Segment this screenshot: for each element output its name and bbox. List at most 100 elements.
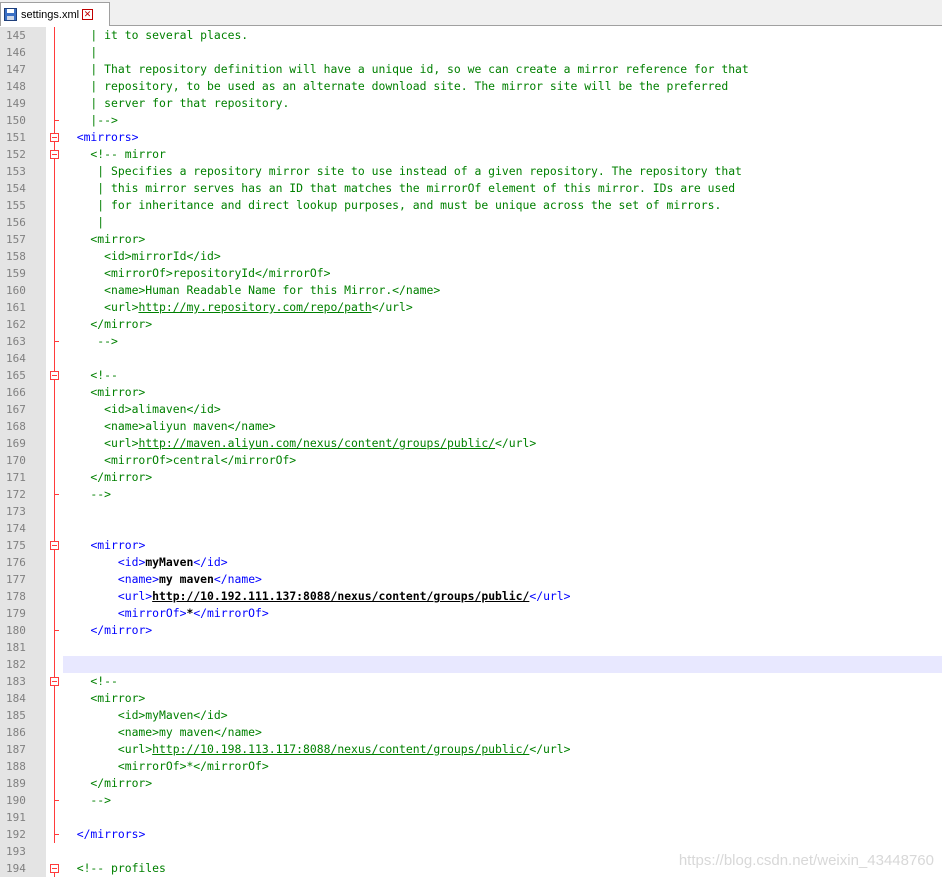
code-token: </mirrorOf> xyxy=(193,606,269,620)
fold-margin[interactable] xyxy=(47,537,63,554)
code-line[interactable]: 156 | xyxy=(0,214,942,231)
code-line[interactable]: 177 <name>my maven</name> xyxy=(0,571,942,588)
code-line[interactable]: 159 <mirrorOf>repositoryId</mirrorOf> xyxy=(0,265,942,282)
code-line[interactable]: 182 xyxy=(0,656,942,673)
code-text: | xyxy=(63,44,942,61)
code-line[interactable]: 166 <mirror> xyxy=(0,384,942,401)
url-link[interactable]: http://maven.aliyun.com/nexus/content/gr… xyxy=(138,436,495,450)
fold-margin[interactable] xyxy=(47,146,63,163)
code-editor[interactable]: 145 | it to several places. 146 | 147 | Th… xyxy=(0,27,942,877)
code-line[interactable]: 175 <mirror> xyxy=(0,537,942,554)
line-number: 173 xyxy=(0,503,46,520)
code-line[interactable]: 171 </mirror> xyxy=(0,469,942,486)
line-number: 184 xyxy=(0,690,46,707)
code-token: <url> xyxy=(117,589,153,603)
code-line[interactable]: 160 <name>Human Readable Name for this M… xyxy=(0,282,942,299)
code-line[interactable]: 186 <name>my maven</name> xyxy=(0,724,942,741)
fold-margin xyxy=(47,639,63,656)
url-link[interactable]: http://10.192.111.137:8088/nexus/content… xyxy=(152,589,529,603)
code-line[interactable]: 169 <url>http://maven.aliyun.com/nexus/c… xyxy=(0,435,942,452)
line-number: 193 xyxy=(0,843,46,860)
code-line[interactable]: 170 <mirrorOf>central</mirrorOf> xyxy=(0,452,942,469)
code-line[interactable]: 152 <!-- mirror xyxy=(0,146,942,163)
code-line[interactable]: 188 <mirrorOf>*</mirrorOf> xyxy=(0,758,942,775)
line-number: 156 xyxy=(0,214,46,231)
code-line[interactable]: 192 </mirrors> xyxy=(0,826,942,843)
fold-margin[interactable] xyxy=(47,367,63,384)
code-line[interactable]: 154 | this mirror serves has an ID that … xyxy=(0,180,942,197)
code-line[interactable]: 179 <mirrorOf>*</mirrorOf> xyxy=(0,605,942,622)
fold-toggle-icon[interactable] xyxy=(50,133,59,142)
line-number: 181 xyxy=(0,639,46,656)
code-line[interactable]: 176 <id>myMaven</id> xyxy=(0,554,942,571)
line-number: 160 xyxy=(0,282,46,299)
fold-margin xyxy=(47,197,63,214)
code-line[interactable]: 158 <id>mirrorId</id> xyxy=(0,248,942,265)
code-line[interactable]: 157 <mirror> xyxy=(0,231,942,248)
fold-toggle-icon[interactable] xyxy=(50,677,59,686)
code-line[interactable]: 148 | repository, to be used as an alter… xyxy=(0,78,942,95)
code-line[interactable]: 149 | server for that repository. xyxy=(0,95,942,112)
code-line[interactable]: 190 --> xyxy=(0,792,942,809)
code-line[interactable]: 151 <mirrors> xyxy=(0,129,942,146)
code-line[interactable]: 181 xyxy=(0,639,942,656)
fold-margin xyxy=(47,588,63,605)
tab-bar: settings.xml ✕ xyxy=(0,0,942,26)
fold-toggle-icon[interactable] xyxy=(50,541,59,550)
code-token: </mirror> xyxy=(90,623,153,637)
code-token: --> xyxy=(63,793,112,807)
line-number: 187 xyxy=(0,741,46,758)
code-line[interactable]: 147 | That repository definition will ha… xyxy=(0,61,942,78)
code-line[interactable]: 173 xyxy=(0,503,942,520)
code-line[interactable]: 165 <!-- xyxy=(0,367,942,384)
code-text: <mirror> xyxy=(63,231,942,248)
line-number: 171 xyxy=(0,469,46,486)
code-line[interactable]: 168 <name>aliyun maven</name> xyxy=(0,418,942,435)
fold-margin xyxy=(47,27,63,44)
line-number: 163 xyxy=(0,333,46,350)
fold-toggle-icon[interactable] xyxy=(50,371,59,380)
code-text: <mirrors> xyxy=(63,129,942,146)
url-link[interactable]: http://10.198.113.117:8088/nexus/content… xyxy=(152,742,529,756)
code-line[interactable]: 183 <!-- xyxy=(0,673,942,690)
url-link[interactable]: http://my.repository.com/repo/path xyxy=(138,300,371,314)
code-text: <id>alimaven</id> xyxy=(63,401,942,418)
code-text: <name>Human Readable Name for this Mirro… xyxy=(63,282,942,299)
code-line[interactable]: 164 xyxy=(0,350,942,367)
code-line[interactable]: 185 <id>myMaven</id> xyxy=(0,707,942,724)
code-line[interactable]: 162 </mirror> xyxy=(0,316,942,333)
code-line[interactable]: 153 | Specifies a repository mirror site… xyxy=(0,163,942,180)
code-line[interactable]: 184 <mirror> xyxy=(0,690,942,707)
code-line[interactable]: 161 <url>http://my.repository.com/repo/p… xyxy=(0,299,942,316)
close-icon[interactable]: ✕ xyxy=(82,9,94,20)
code-text: | server for that repository. xyxy=(63,95,942,112)
code-token: |--> xyxy=(63,113,118,127)
code-line[interactable]: 167 <id>alimaven</id> xyxy=(0,401,942,418)
code-line[interactable]: 187 <url>http://10.198.113.117:8088/nexu… xyxy=(0,741,942,758)
code-line[interactable]: 178 <url>http://10.192.111.137:8088/nexu… xyxy=(0,588,942,605)
code-text: <url>http://10.198.113.117:8088/nexus/co… xyxy=(63,741,942,758)
code-line[interactable]: 155 | for inheritance and direct lookup … xyxy=(0,197,942,214)
fold-margin xyxy=(47,214,63,231)
code-token: | this mirror serves has an ID that matc… xyxy=(63,181,736,195)
fold-margin[interactable] xyxy=(47,860,63,877)
code-token: <mirror> xyxy=(63,232,146,246)
code-line[interactable]: 150 |--> xyxy=(0,112,942,129)
code-line[interactable]: 172 --> xyxy=(0,486,942,503)
code-text: </mirrors> xyxy=(63,826,942,843)
code-line[interactable]: 189 </mirror> xyxy=(0,775,942,792)
code-line[interactable]: 191 xyxy=(0,809,942,826)
code-text: | for inheritance and direct lookup purp… xyxy=(63,197,942,214)
fold-toggle-icon[interactable] xyxy=(50,864,59,873)
code-line[interactable]: 163 --> xyxy=(0,333,942,350)
code-token: <mirror> xyxy=(90,538,146,552)
code-line[interactable]: 174 xyxy=(0,520,942,537)
code-line[interactable]: 145 | it to several places. xyxy=(0,27,942,44)
tab-settings-xml[interactable]: settings.xml ✕ xyxy=(0,2,110,26)
code-token: <mirrorOf> xyxy=(117,606,187,620)
code-line[interactable]: 146 | xyxy=(0,44,942,61)
fold-margin[interactable] xyxy=(47,129,63,146)
code-line[interactable]: 180 </mirror> xyxy=(0,622,942,639)
fold-toggle-icon[interactable] xyxy=(50,150,59,159)
fold-margin[interactable] xyxy=(47,673,63,690)
